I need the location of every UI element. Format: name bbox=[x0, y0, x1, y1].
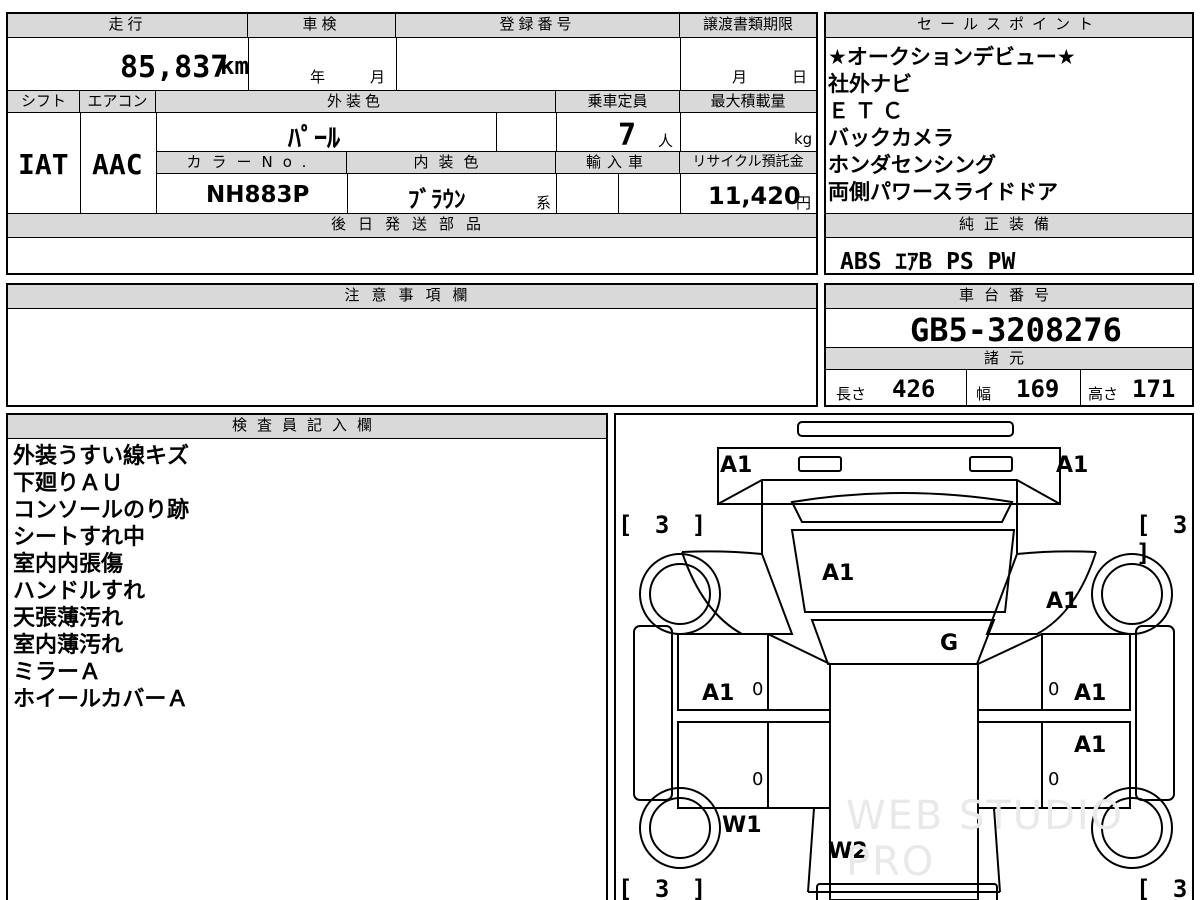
max-load-header: 最大積載量 bbox=[680, 91, 816, 113]
inspector-item: ハンドルすれ bbox=[13, 579, 146, 604]
door-zero-label: 0 bbox=[1048, 679, 1060, 700]
tire-tread-front-right: [ 3 ] bbox=[1136, 511, 1192, 567]
chassis-header: 車台番号 bbox=[826, 285, 1192, 309]
notes-panel: 注意事項欄 bbox=[6, 283, 818, 407]
damage-label-front-right: A1 bbox=[1056, 453, 1089, 478]
inspector-item: ホイールカバーＡ bbox=[13, 687, 189, 712]
length-label: 長さ bbox=[836, 385, 867, 403]
tire-tread-rear-left: [ 3 ] bbox=[618, 875, 711, 900]
recycle-unit: 円 bbox=[796, 194, 812, 212]
transfer-deadline-header: 譲渡書類期限 bbox=[680, 14, 816, 38]
recycle-value: 11,420 bbox=[708, 182, 801, 210]
height-value: 171 bbox=[1132, 375, 1176, 403]
capacity-unit: 人 bbox=[658, 132, 674, 150]
sales-points-list: ★オークションデビュー★ 社外ナビ ＥＴＣ バックカメラ ホンダセンシング 両側… bbox=[828, 44, 1188, 206]
inspector-item: 室内薄汚れ bbox=[13, 633, 124, 658]
damage-label-left-front-door: A1 bbox=[702, 681, 735, 706]
damage-label-windshield: G bbox=[940, 631, 959, 656]
inspector-item: コンソールのり跡 bbox=[13, 498, 190, 523]
exterior-color-value: ﾊﾟｰﾙ bbox=[288, 124, 341, 154]
transfer-day-unit: 日 bbox=[792, 68, 808, 86]
shift-value: IAT bbox=[18, 148, 69, 181]
inspector-item: 室内内張傷 bbox=[13, 552, 124, 577]
inspection-year-unit: 年 bbox=[310, 68, 326, 86]
inspector-item: ミラーＡ bbox=[13, 660, 102, 685]
aircon-value: AAC bbox=[92, 148, 143, 181]
interior-color-header: 内装色 bbox=[347, 152, 556, 174]
door-zero-label: 0 bbox=[1048, 769, 1060, 790]
width-value: 169 bbox=[1016, 375, 1060, 403]
later-parts-header: 後日発送部品 bbox=[8, 214, 816, 238]
sales-points-panel: セールスポイント ★オークションデビュー★ 社外ナビ ＥＴＣ バックカメラ ホン… bbox=[824, 12, 1194, 275]
sales-point-item: ＥＴＣ bbox=[828, 99, 909, 123]
shift-header: シフト bbox=[8, 91, 80, 113]
inspector-item: 外装うすい線キズ bbox=[13, 444, 190, 469]
height-label: 高さ bbox=[1088, 385, 1119, 403]
color-no-header: カラーNo. bbox=[157, 152, 347, 174]
interior-color-suffix: 系 bbox=[536, 194, 552, 212]
aircon-header: エアコン bbox=[80, 91, 156, 113]
inspector-header: 検査員記入欄 bbox=[8, 415, 606, 439]
sales-point-item: ホンダセンシング bbox=[828, 153, 996, 177]
tire-tread-front-left: [ 3 ] bbox=[618, 511, 711, 539]
watermark: WEB STUDIO PRO bbox=[846, 793, 1125, 885]
recycle-header: リサイクル預託金 bbox=[680, 152, 816, 174]
capacity-value: 7 bbox=[618, 118, 637, 153]
import-header: 輸入車 bbox=[556, 152, 680, 174]
damage-label-left-rear-wheel: W1 bbox=[722, 813, 762, 838]
inspector-item: 天張薄汚れ bbox=[13, 606, 124, 631]
inspector-item: シートすれ中 bbox=[13, 525, 146, 550]
sales-point-item: 社外ナビ bbox=[828, 72, 912, 96]
exterior-color-header: 外装色 bbox=[156, 91, 556, 113]
vehicle-info-panel: 走行 車検 登録番号 譲渡書類期限 85,837 km 年 月 月 日 シフト … bbox=[6, 12, 818, 275]
damage-label-hood: A1 bbox=[822, 561, 855, 586]
color-no-value: NH883P bbox=[206, 182, 310, 208]
genuine-equipment-header: 純正装備 bbox=[826, 214, 1192, 238]
inspector-panel: 検査員記入欄 外装うすい線キズ 下廻りＡＵ コンソールのり跡 シートすれ中 室内… bbox=[6, 413, 608, 900]
chassis-number: GB5-3208276 bbox=[910, 311, 1122, 349]
sales-point-item: バックカメラ bbox=[828, 126, 954, 150]
damage-label-right-front-door: A1 bbox=[1074, 681, 1107, 706]
inspection-month-unit: 月 bbox=[370, 68, 386, 86]
mileage-header: 走行 bbox=[8, 14, 248, 38]
mileage-value: 85,837 bbox=[120, 50, 229, 85]
door-zero-label: 0 bbox=[752, 769, 764, 790]
car-diagram-panel: A1 A1 A1 A1 G A1 A1 A1 W1 W2 0 0 0 0 [ 3… bbox=[614, 413, 1194, 900]
door-zero-label: 0 bbox=[752, 679, 764, 700]
specs-header: 諸元 bbox=[826, 348, 1192, 370]
sales-point-item: 両側パワースライドドア bbox=[828, 180, 1058, 204]
inspection-header: 車検 bbox=[248, 14, 396, 38]
mileage-unit: km bbox=[220, 52, 249, 80]
genuine-equipment-value: ABS ｴｱB PS PW bbox=[840, 249, 1016, 275]
width-label: 幅 bbox=[976, 385, 992, 403]
inspector-item: 下廻りＡＵ bbox=[13, 471, 124, 496]
damage-label-front-left: A1 bbox=[720, 453, 753, 478]
transfer-month-unit: 月 bbox=[732, 68, 748, 86]
damage-label-right-fender: A1 bbox=[1046, 589, 1079, 614]
interior-color-value: ﾌﾞﾗｳﾝ bbox=[408, 187, 466, 213]
damage-label-right-rear-door: A1 bbox=[1074, 733, 1107, 758]
registration-header: 登録番号 bbox=[396, 14, 680, 38]
max-load-unit: kg bbox=[794, 130, 813, 148]
sales-point-item: ★オークションデビュー★ bbox=[828, 45, 1076, 69]
notes-header: 注意事項欄 bbox=[8, 285, 816, 309]
sales-points-header: セールスポイント bbox=[826, 14, 1192, 38]
length-value: 426 bbox=[892, 375, 936, 403]
inspector-list: 外装うすい線キズ 下廻りＡＵ コンソールのり跡 シートすれ中 室内内張傷 ハンド… bbox=[13, 443, 593, 713]
chassis-panel: 車台番号 GB5-3208276 諸元 長さ 426 幅 169 高さ 171 bbox=[824, 283, 1194, 407]
capacity-header: 乗車定員 bbox=[556, 91, 680, 113]
